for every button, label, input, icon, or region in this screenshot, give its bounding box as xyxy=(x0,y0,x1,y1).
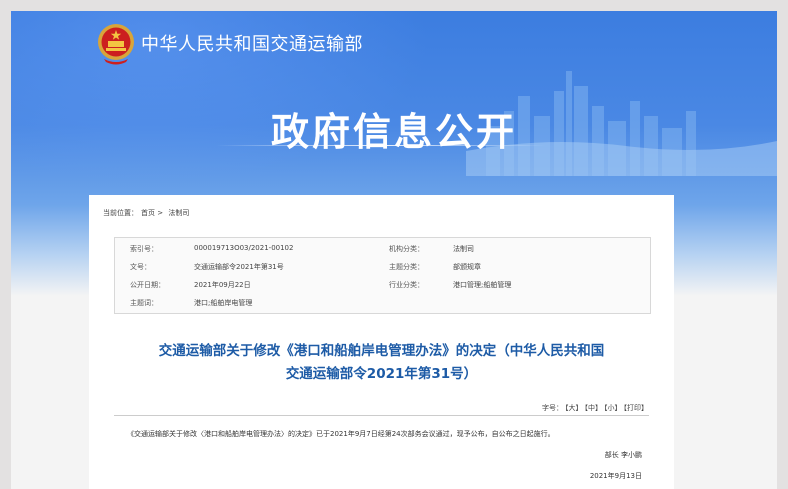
breadcrumb-separator: > xyxy=(157,209,164,217)
breadcrumb-prefix: 当前位置： xyxy=(103,209,138,217)
index-label: 索引号： xyxy=(130,245,158,253)
keywords-value: 港口;船舶岸电管理 xyxy=(194,299,253,307)
date-value: 2021年09月22日 xyxy=(194,281,251,289)
org-label: 机构分类： xyxy=(389,245,424,253)
content-divider xyxy=(114,415,649,416)
industry-label: 行业分类： xyxy=(389,281,424,289)
date-label: 公开日期： xyxy=(130,281,165,289)
topic-label: 主题分类： xyxy=(389,263,424,271)
document-signer: 部长 李小鹏 xyxy=(604,451,642,459)
font-size-small-button[interactable]: 【小】 xyxy=(604,404,622,412)
breadcrumb: 当前位置： 首页 > 法制司 xyxy=(103,208,189,218)
industry-value: 港口管理;船舶管理 xyxy=(453,281,512,289)
font-size-medium-button[interactable]: 【中】 xyxy=(585,404,603,412)
metadata-table: 索引号： 000019713O03/2021-00102 机构分类： 法制司 文… xyxy=(114,237,651,314)
index-value: 000019713O03/2021-00102 xyxy=(194,244,294,252)
print-button[interactable]: 【打印】 xyxy=(624,404,649,412)
national-emblem-logo xyxy=(98,24,134,65)
document-title: 交通运输部关于修改《港口和船舶岸电管理办法》的决定（中华人民共和国 交通运输部令… xyxy=(89,340,674,386)
font-size-controls: 字号： 【大】 【中】 【小】 【打印】 xyxy=(542,403,648,413)
breadcrumb-department-link[interactable]: 法制司 xyxy=(168,209,189,217)
section-title: 政府信息公开 xyxy=(270,110,517,154)
keywords-label: 主题词： xyxy=(130,299,158,307)
document-body: 《交通运输部关于修改〈港口和船舶岸电管理办法〉的决定》已于2021年9月7日经第… xyxy=(127,430,555,438)
font-size-label: 字号： xyxy=(542,404,563,412)
ministry-name: 中华人民共和国交通运输部 xyxy=(141,34,363,55)
page-frame: 中华人民共和国交通运输部 政府信息公开 当前位置： 首页 > 法制司 索引号： 0… xyxy=(11,11,777,489)
docnum-label: 文号： xyxy=(130,263,151,271)
content-panel: 当前位置： 首页 > 法制司 索引号： 000019713O03/2021-001… xyxy=(89,195,674,489)
document-title-line1: 交通运输部关于修改《港口和船舶岸电管理办法》的决定（中华人民共和国 xyxy=(158,343,605,359)
breadcrumb-home-link[interactable]: 首页 xyxy=(141,209,155,217)
document-title-line2: 交通运输部令2021年第31号） xyxy=(285,366,478,382)
title-underline xyxy=(216,145,546,146)
org-value: 法制司 xyxy=(453,245,474,253)
topic-value: 部颁规章 xyxy=(453,263,481,271)
font-size-large-button[interactable]: 【大】 xyxy=(565,404,583,412)
docnum-value: 交通运输部令2021年第31号 xyxy=(194,263,284,271)
document-sign-date: 2021年9月13日 xyxy=(589,472,642,480)
